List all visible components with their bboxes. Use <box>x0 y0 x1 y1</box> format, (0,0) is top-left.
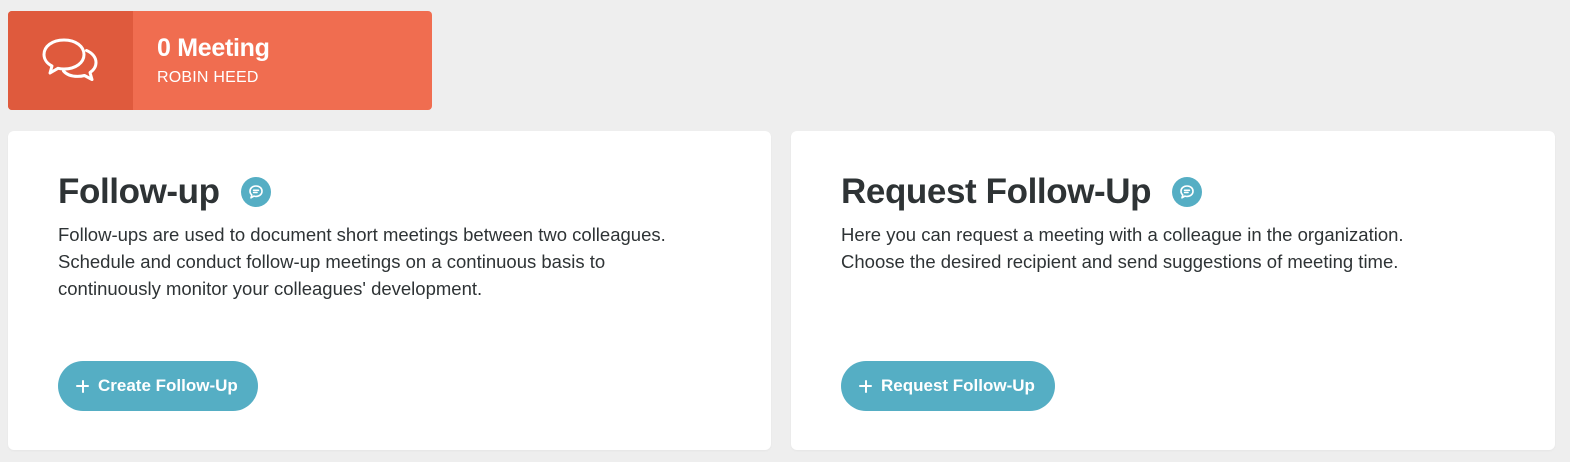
description-line: Follow-ups are used to document short me… <box>58 224 666 245</box>
create-follow-up-button[interactable]: Create Follow-Up <box>58 361 258 411</box>
description-line: Here you can request a meeting with a co… <box>841 224 1404 245</box>
request-follow-up-title: Request Follow-Up <box>841 172 1152 211</box>
meeting-stat-card: 0 Meeting ROBIN HEED <box>8 11 432 110</box>
request-follow-up-info-button[interactable] <box>1172 177 1203 207</box>
chat-bubbles-icon <box>42 38 97 81</box>
meeting-count: 0 Meeting <box>157 34 270 62</box>
plus-icon <box>76 379 89 393</box>
create-follow-up-label: Create Follow-Up <box>98 376 238 395</box>
request-follow-up-panel: Request Follow-Up Here you can request a… <box>791 131 1555 450</box>
follow-up-panel: Follow-up Follow-ups are used to documen… <box>8 131 771 450</box>
plus-icon <box>859 379 872 393</box>
description-line: Schedule and conduct follow-up meetings … <box>58 251 606 272</box>
request-follow-up-description: Here you can request a meeting with a co… <box>841 221 1515 275</box>
request-follow-up-button[interactable]: Request Follow-Up <box>841 361 1055 411</box>
stat-icon-box <box>8 11 133 110</box>
follow-up-description: Follow-ups are used to document short me… <box>58 221 731 302</box>
description-line: continuously monitor your colleagues' de… <box>58 278 483 299</box>
stat-text: 0 Meeting ROBIN HEED <box>133 11 270 110</box>
comment-icon <box>1180 185 1194 199</box>
request-follow-up-header: Request Follow-Up <box>841 171 1203 213</box>
follow-up-info-button[interactable] <box>240 177 271 207</box>
comment-icon <box>248 185 263 199</box>
description-line: Choose the desired recipient and send su… <box>841 251 1399 272</box>
user-name: ROBIN HEED <box>157 69 259 86</box>
follow-up-header: Follow-up <box>58 171 271 213</box>
request-follow-up-label: Request Follow-Up <box>881 376 1035 395</box>
follow-up-title: Follow-up <box>58 172 220 211</box>
